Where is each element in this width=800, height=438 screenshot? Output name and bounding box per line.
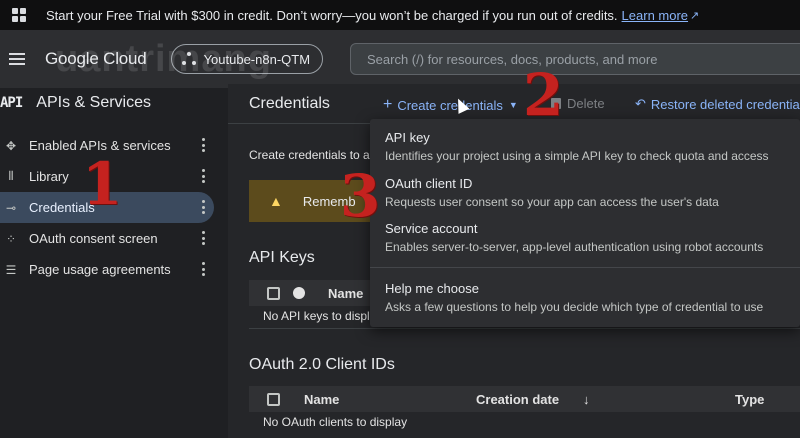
restore-deleted-button[interactable]: ↶ Restore deleted credentia [635,96,800,112]
sidebar-item-label: Library [29,169,69,184]
hamburger-menu-icon[interactable] [9,53,25,65]
select-all-checkbox[interactable] [267,392,280,406]
oauth-icon: ⁘ [5,231,17,246]
annotation-number-2: 2 [523,61,564,129]
api-badge-icon: API [0,95,23,111]
credentials-description: Create credentials to a [249,148,370,162]
restore-icon: ↶ [635,96,646,111]
column-header-name[interactable]: Name [328,286,363,301]
settings-list-icon: ☰ [5,262,17,277]
caret-down-icon: ▼ [508,100,518,110]
search-input[interactable]: Search (/) for resources, docs, products… [350,43,800,75]
api-keys-heading: API Keys [249,249,315,266]
select-all-checkbox[interactable] [267,286,280,300]
banner-text: Start your Free Trial with $300 in credi… [46,7,618,23]
sidebar-item-label: OAuth consent screen [29,231,158,246]
create-credentials-menu: API key Identifies your project using a … [370,119,800,327]
sidebar-header: API APIs & Services [0,90,228,116]
column-header-type[interactable]: Type [735,392,764,407]
menu-item-api-key[interactable]: API key Identifies your project using a … [385,130,769,163]
action-toolbar: Credentials + Create credentials ▼ Delet… [228,84,800,124]
menu-divider [370,267,800,268]
sort-arrow-icon[interactable]: ↓ [583,392,590,407]
menu-item-service-account[interactable]: Service account Enables server-to-server… [385,221,763,254]
more-options-icon[interactable] [202,262,205,276]
key-icon: ⊸ [5,200,17,215]
external-link-icon: ↗ [690,9,700,22]
more-options-icon[interactable] [202,231,205,245]
trial-banner: Start your Free Trial with $300 in credi… [0,0,800,30]
plus-icon: + [383,96,393,113]
warning-icon: ▲ [269,193,283,209]
status-dot-icon [293,287,305,299]
sidebar-item-oauth-consent[interactable]: ⁘ OAuth consent screen [0,223,214,254]
sidebar-item-label: Page usage agreements [29,262,171,277]
oauth-heading: OAuth 2.0 Client IDs [249,356,395,373]
oauth-empty: No OAuth clients to display [263,415,408,429]
api-keys-empty: No API keys to displ [263,309,370,323]
apps-grid-icon[interactable] [12,8,26,22]
more-options-icon[interactable] [202,200,205,214]
learn-more-link[interactable]: Learn more [622,8,688,23]
column-header-name[interactable]: Name [304,392,339,407]
oauth-table-header: Name Creation date ↓ Type [249,386,800,412]
create-credentials-button[interactable]: + Create credentials ▼ [383,96,518,114]
sidebar: API APIs & Services ✥ Enabled APIs & ser… [0,88,228,438]
page-title: Credentials [249,94,330,112]
menu-item-oauth-client-id[interactable]: OAuth client ID Requests user consent so… [385,176,719,209]
watermark: uantrimang [55,38,272,80]
annotation-number-1: 1 [82,150,123,218]
more-options-icon[interactable] [202,169,205,183]
column-header-creation-date[interactable]: Creation date [476,392,559,407]
diamond-icon: ✥ [5,138,17,153]
sidebar-title: APIs & Services [36,94,151,111]
library-icon: ⦀ [8,169,14,183]
divider [249,328,800,329]
annotation-number-3: 3 [340,162,381,230]
sidebar-item-page-usage[interactable]: ☰ Page usage agreements [0,254,214,285]
menu-item-help-me-choose[interactable]: Help me choose Asks a few questions to h… [385,281,763,314]
more-options-icon[interactable] [202,138,205,152]
